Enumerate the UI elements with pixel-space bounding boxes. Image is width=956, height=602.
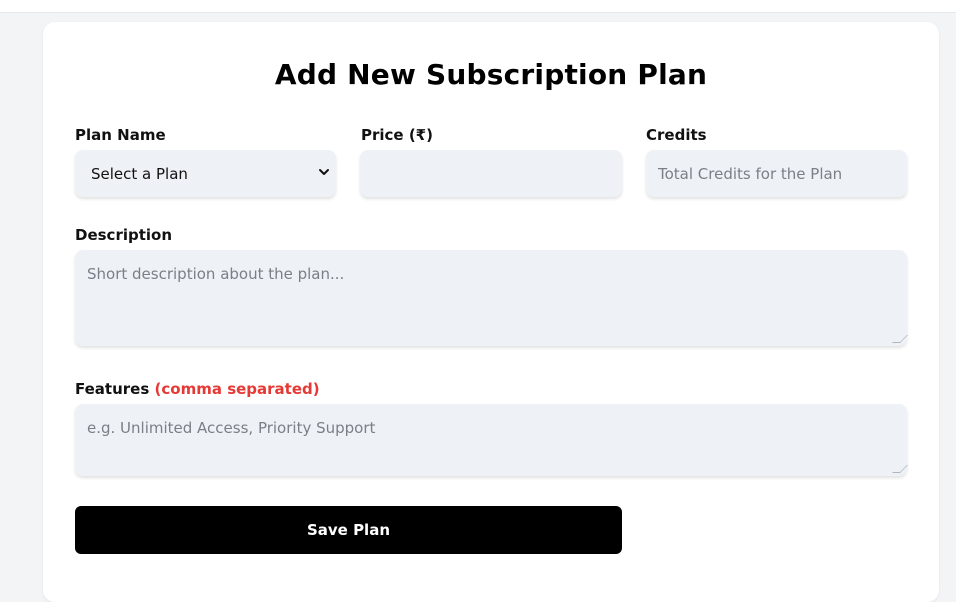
- chevron-down-icon: [318, 166, 330, 181]
- plan-name-select[interactable]: Select a Plan: [75, 150, 336, 197]
- top-bar: [0, 0, 956, 13]
- description-textarea[interactable]: [75, 250, 907, 346]
- plan-name-selected-value: Select a Plan: [91, 164, 188, 183]
- features-textarea[interactable]: [75, 404, 907, 476]
- price-label: Price (₹): [361, 126, 433, 144]
- features-label: Features (comma separated): [75, 380, 320, 398]
- add-plan-card: Add New Subscription Plan Plan Name Sele…: [43, 22, 939, 602]
- description-label: Description: [75, 226, 173, 244]
- credits-input[interactable]: [646, 150, 907, 197]
- features-label-text: Features: [75, 380, 150, 398]
- page-title: Add New Subscription Plan: [274, 58, 708, 91]
- save-plan-button[interactable]: Save Plan: [75, 506, 622, 554]
- plan-name-label: Plan Name: [75, 126, 166, 144]
- credits-label: Credits: [646, 126, 707, 144]
- price-input[interactable]: [360, 150, 622, 197]
- features-note: (comma separated): [154, 380, 320, 398]
